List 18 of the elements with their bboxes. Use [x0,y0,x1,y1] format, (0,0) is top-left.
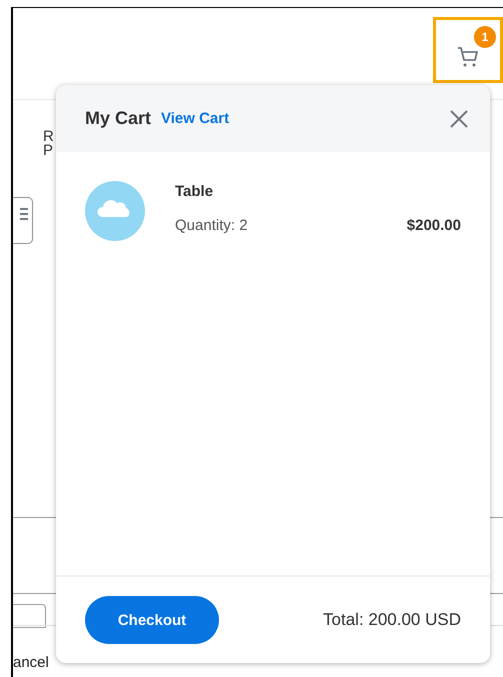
cancel-button[interactable]: ancel [13,654,53,671]
cart-count-badge: 1 [474,26,496,48]
field-label: P [43,144,54,158]
field-label: R [43,130,55,144]
cart-icon [457,46,479,68]
close-icon [450,110,468,128]
cart-title: My Cart [85,108,152,129]
item-quantity: Quantity: 2 [175,217,248,234]
item-name: Table [175,183,214,200]
view-cart-link[interactable]: View Cart [161,110,230,127]
cloud-icon [85,181,145,241]
menu-button[interactable] [13,197,33,244]
item-price: $200.00 [406,217,461,234]
checkout-button[interactable]: Checkout [85,596,219,644]
menu-icon [20,206,28,220]
cart-button[interactable]: 1 [433,17,503,83]
close-button[interactable] [450,110,468,128]
cart-total: Total: 200.00 USD [323,610,461,630]
